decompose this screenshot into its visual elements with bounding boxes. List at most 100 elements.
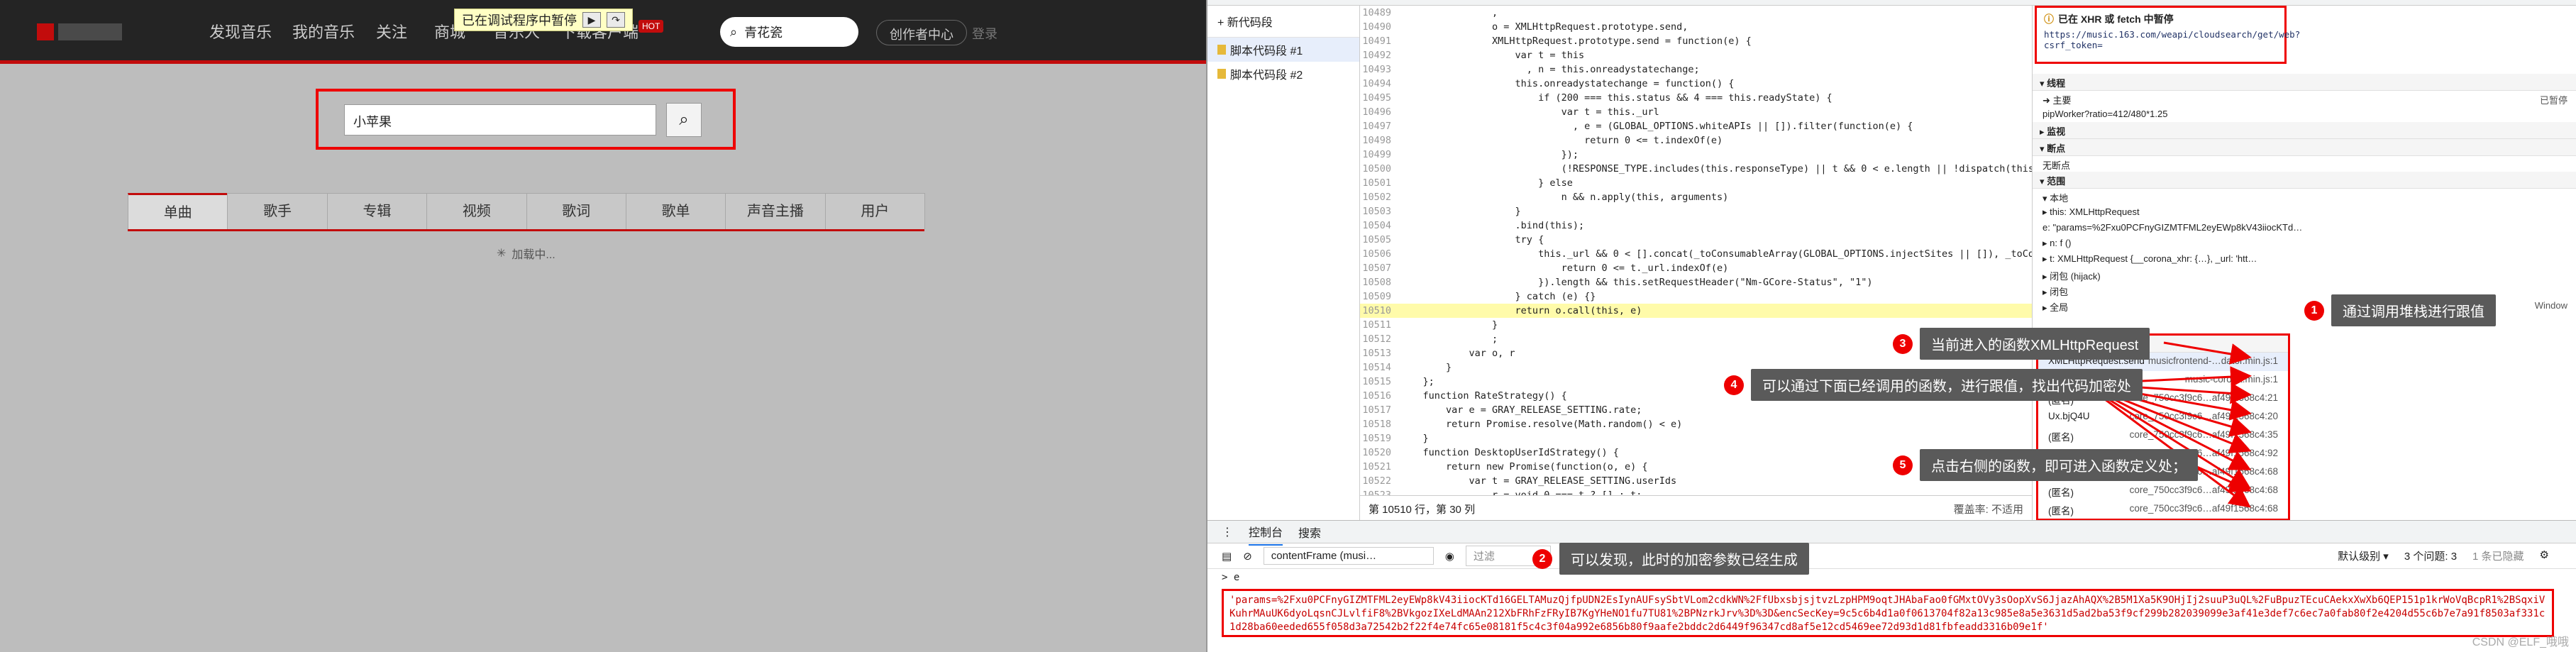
line-number[interactable]: 10496 [1360,105,1400,119]
tab-console[interactable]: 控制台 [1249,519,1283,546]
new-snippet-button[interactable]: + 新代码段 [1207,6,1359,38]
line-number[interactable]: 10502 [1360,190,1400,204]
line-number[interactable]: 10511 [1360,318,1400,332]
frame-location[interactable]: music-corona.min.js:1 [2185,374,2278,385]
tab-songs[interactable]: 单曲 [128,193,228,229]
line-number[interactable]: 10519 [1360,431,1400,446]
log-level-select[interactable]: 默认级别 ▾ [2338,548,2389,563]
line-number[interactable]: 10515 [1360,375,1400,389]
annotation-5: 5 点击右侧的函数，即可进入函数定义处； [1893,449,2198,481]
line-number[interactable]: 10491 [1360,34,1400,48]
login-link[interactable]: 登录 [972,24,997,43]
line-number[interactable]: 10518 [1360,417,1400,431]
sidebar-row[interactable]: pipWorker?ratio=412/480*1.25 [2033,106,2576,122]
line-number[interactable]: 10516 [1360,389,1400,403]
line-number[interactable]: 10520 [1360,446,1400,460]
tab-lyrics[interactable]: 歌词 [526,193,626,229]
call-stack-frame[interactable]: (匿名) core_750cc3f9c6…af49f1568c4:35 [2038,426,2288,445]
frame-location[interactable]: core_750cc3f9c6…af49f1568c4:68 [2130,485,2278,495]
line-number[interactable]: 10503 [1360,204,1400,219]
code-line: 10490 o = XMLHttpRequest.prototype.send, [1360,20,2032,34]
sidebar-row-label: ▸ n: f () [2042,238,2072,248]
sidebar-row[interactable]: ▸ 闭包 (hijack) [2033,267,2576,282]
tab-users[interactable]: 用户 [824,193,925,229]
sidebar-row[interactable]: ▸ this: XMLHttpRequest [2033,204,2576,220]
nav-follow[interactable]: 关注 [376,20,407,43]
top-search-input[interactable]: ⌕ 青花瓷 [720,17,858,47]
sidebar-row[interactable]: ➜ 主要 已暂停 [2033,91,2576,106]
sidebar-row-label: ▸ 闭包 [2042,287,2069,297]
resume-button[interactable]: ▶ [582,12,601,28]
line-number[interactable]: 10489 [1360,6,1400,20]
gear-icon[interactable]: ⚙ [2540,548,2549,563]
snippet-item[interactable]: 脚本代码段 #2 [1207,62,1359,86]
context-selector[interactable]: contentFrame (musi… [1263,547,1434,565]
line-number[interactable]: 10509 [1360,289,1400,304]
line-number[interactable]: 10504 [1360,219,1400,233]
creator-center-button[interactable]: 创作者中心 [876,20,967,45]
sidebar-section-header[interactable]: ▾ 范围 [2033,172,2576,189]
sidebar-toggle-icon[interactable]: ▤ [1222,550,1232,563]
line-number[interactable]: 10490 [1360,20,1400,34]
frame-location[interactable]: core_750cc3f9c6…af49f1568c4:68 [2130,503,2278,514]
frame-location[interactable]: core_750cc3f9c6…af49f1568c4:35 [2130,429,2278,440]
line-number[interactable]: 10492 [1360,48,1400,62]
eye-icon[interactable]: ◉ [1445,550,1454,563]
frame-location[interactable]: core_750cc3f9c6…af49f1568c4:20 [2130,411,2278,421]
site-logo[interactable] [37,18,136,45]
search-button[interactable]: ⌕ [666,103,702,137]
line-number[interactable]: 10521 [1360,460,1400,474]
sidebar-section-header[interactable]: ▸ 监视 [2033,122,2576,139]
snippet-item[interactable]: 脚本代码段 #1 [1207,38,1359,62]
call-stack-frame[interactable]: Ux.bjQ4U core_750cc3f9c6…af49f1568c4:20 [2038,408,2288,426]
line-number[interactable]: 10493 [1360,62,1400,77]
code-text: function RateStrategy() { [1400,390,1567,402]
line-number[interactable]: 10510 [1360,304,1400,318]
line-number[interactable]: 10494 [1360,77,1400,91]
tab-albums[interactable]: 专辑 [326,193,428,229]
line-number[interactable]: 10513 [1360,346,1400,360]
nav-my-music[interactable]: 我的音乐 [292,20,355,43]
tab-podcasters[interactable]: 声音主播 [725,193,826,229]
line-number[interactable]: 10506 [1360,247,1400,261]
tab-playlists[interactable]: 歌单 [625,193,726,229]
line-number[interactable]: 10501 [1360,176,1400,190]
line-number[interactable]: 10522 [1360,474,1400,488]
source-code-editor[interactable]: 10489 , 10490 o = XMLHttpRequest.prototyp… [1360,6,2032,495]
line-number[interactable]: 10508 [1360,275,1400,289]
sidebar-row[interactable]: ▸ t: XMLHttpRequest {__corona_xhr: {…}, … [2033,251,2576,267]
sidebar-row[interactable]: ▾ 本地 [2033,189,2576,204]
issues-count[interactable]: 3 个问题: 3 [2404,548,2457,563]
tab-videos[interactable]: 视频 [426,193,527,229]
line-number[interactable]: 10512 [1360,332,1400,346]
call-stack-frame[interactable]: (匿名) core_750cc3f9c6…af49f1568c4:68 [2038,500,2288,519]
devtools-tabstrip [1207,0,2576,6]
sidebar-section-header[interactable]: ▾ 断点 [2033,139,2576,156]
line-number[interactable]: 10495 [1360,91,1400,105]
tab-search[interactable]: 搜索 [1298,524,1321,541]
step-over-button[interactable]: ↷ [607,12,625,28]
sidebar-row[interactable]: e: "params=%2Fxu0PCFnyGIZMTFML2eyEWp8kV4… [2033,220,2576,236]
sidebar-section-header[interactable]: ▾ 线程 [2033,74,2576,91]
search-input[interactable]: 小苹果 [344,104,656,136]
line-number[interactable]: 10523 [1360,488,1400,495]
line-number[interactable]: 10505 [1360,233,1400,247]
clear-console-icon[interactable]: ⊘ [1243,550,1252,563]
line-number[interactable]: 10517 [1360,403,1400,417]
code-line: 10519 } [1360,431,2032,446]
frame-location[interactable]: musicfrontend-…dator.min.js:1 [2148,355,2278,366]
line-number[interactable]: 10499 [1360,148,1400,162]
frame-location[interactable]: core_750cc3f9c6…af49f1568c4:21 [2130,392,2278,403]
call-stack-frame[interactable]: (匿名) core_750cc3f9c6…af49f1568c4:68 [2038,482,2288,500]
line-number[interactable]: 10498 [1360,133,1400,148]
code-text: } else [1400,177,1573,189]
nav-discover[interactable]: 发现音乐 [209,20,272,43]
sidebar-row[interactable]: 无断点 [2033,156,2576,172]
line-number[interactable]: 10514 [1360,360,1400,375]
line-number[interactable]: 10500 [1360,162,1400,176]
tab-artists[interactable]: 歌手 [227,193,328,229]
line-number[interactable]: 10507 [1360,261,1400,275]
sidebar-row[interactable]: ▸ n: f () [2033,236,2576,251]
drawer-menu-icon[interactable]: ⋮ [1222,525,1233,539]
line-number[interactable]: 10497 [1360,119,1400,133]
